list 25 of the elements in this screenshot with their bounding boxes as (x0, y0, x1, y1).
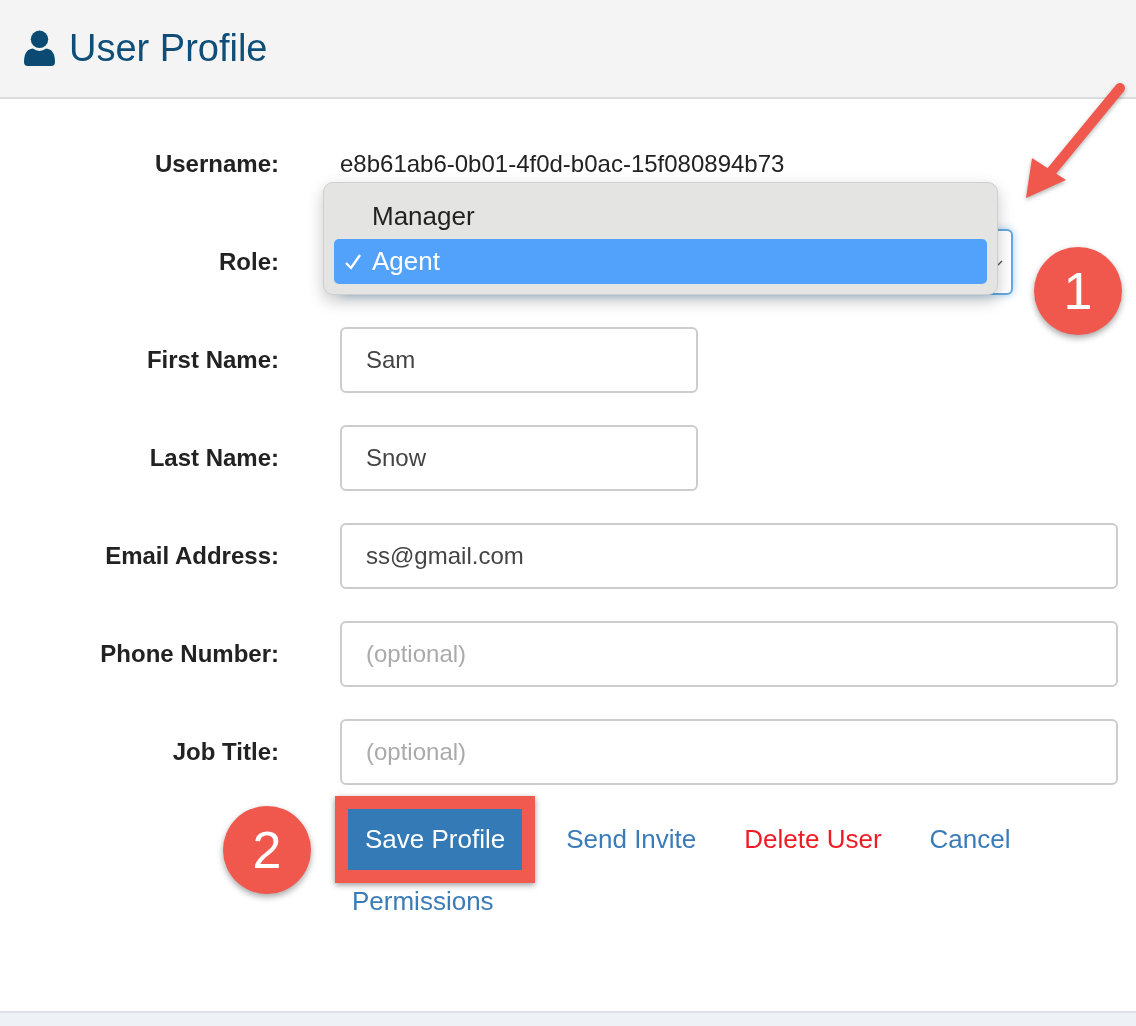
field-label: Role: (218, 248, 279, 276)
check-icon (344, 253, 362, 271)
step-badge: 2 (223, 806, 311, 894)
field-label: Username: (153, 150, 279, 178)
input-field[interactable]: Snow (340, 425, 698, 491)
action-link[interactable]: Cancel (912, 816, 1028, 863)
dropdown-option[interactable]: Manager (334, 194, 987, 239)
input-field[interactable]: Sam (340, 327, 698, 393)
input-field[interactable]: (optional) (340, 719, 1118, 785)
dropdown-option[interactable]: Agent (334, 239, 987, 284)
user-icon (24, 30, 55, 67)
save-button[interactable]: Save Profile (348, 809, 523, 870)
action-link[interactable]: Send Invite (549, 816, 714, 863)
action-link[interactable]: Delete User (727, 816, 899, 863)
step-badge: 1 (1034, 247, 1122, 335)
input-field[interactable]: ss@gmail.com (340, 523, 1118, 589)
action-link[interactable]: Permissions (335, 878, 511, 925)
username-value: e8b61ab6-0b01-4f0d-b0ac-15f080894b73 (340, 150, 785, 178)
page-title: User Profile (69, 27, 268, 70)
field-label: Phone Number: (99, 640, 279, 668)
field-label: Email Address: (104, 542, 279, 570)
field-label: Last Name: (148, 444, 279, 472)
field-label: First Name: (145, 346, 279, 374)
field-label: Job Title: (171, 738, 279, 766)
input-field[interactable]: (optional) (340, 621, 1118, 687)
